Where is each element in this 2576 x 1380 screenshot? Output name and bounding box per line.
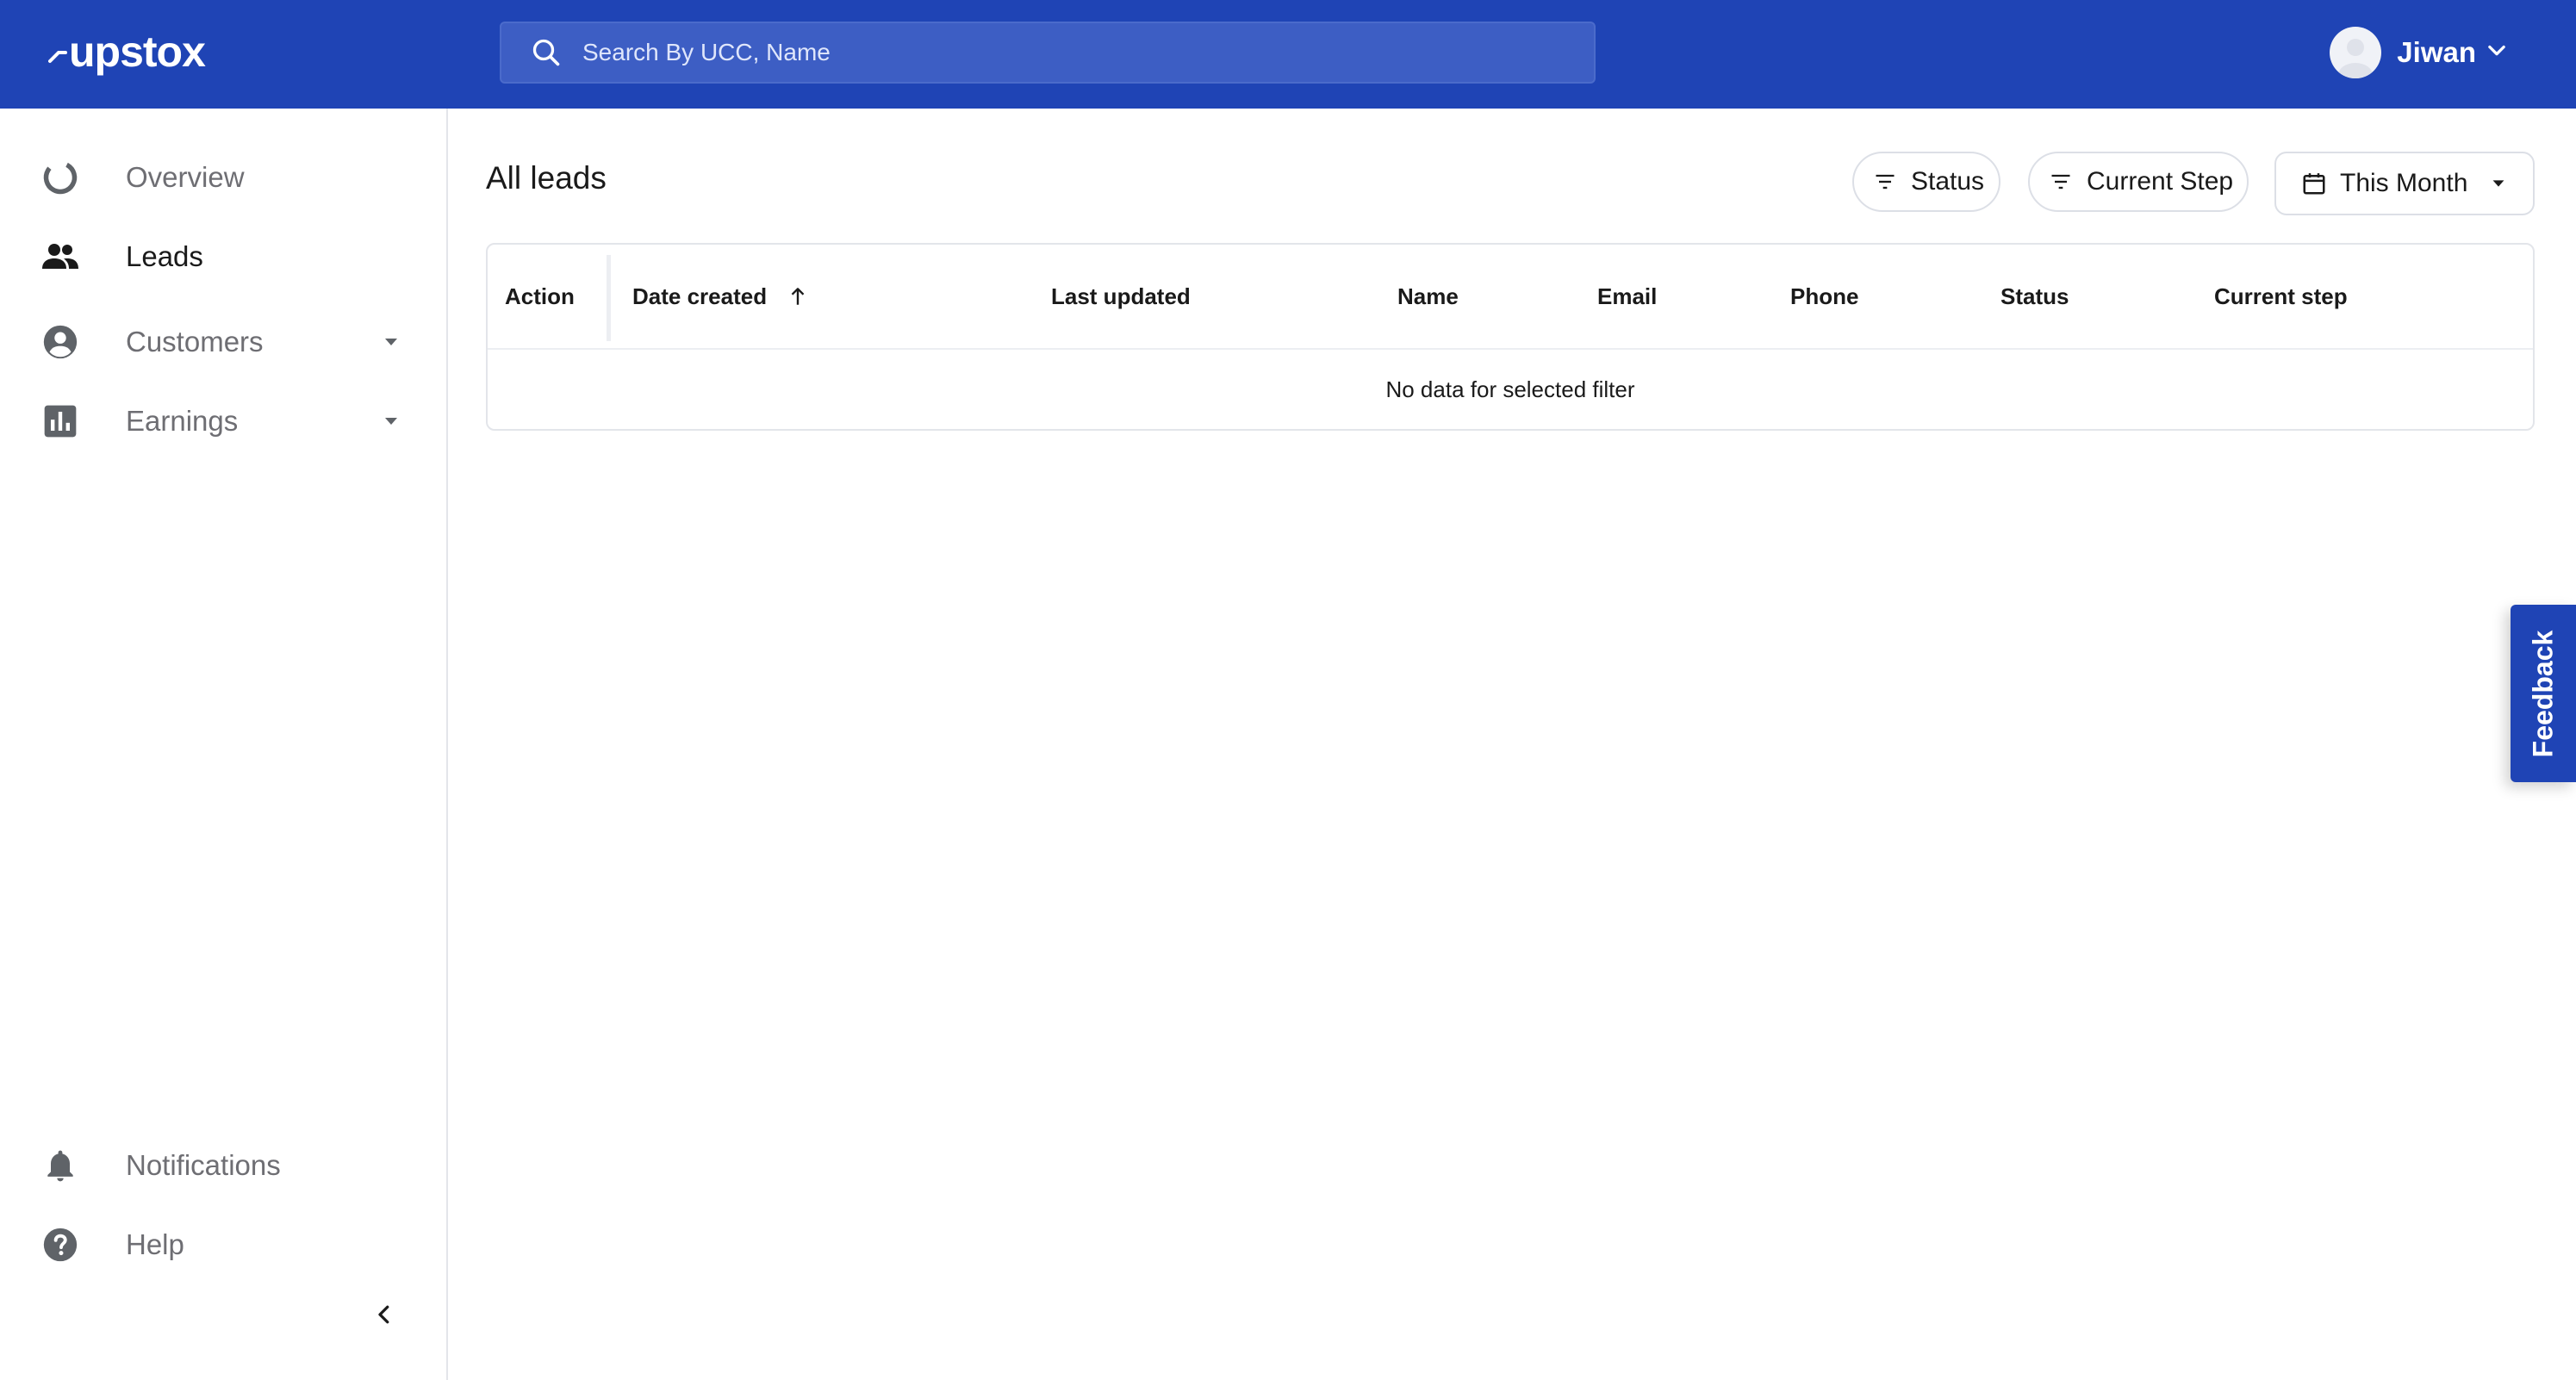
- column-header-last-updated[interactable]: Last updated: [1051, 245, 1191, 348]
- sidebar-item-overview[interactable]: Overview: [0, 143, 446, 212]
- bell-icon: [40, 1145, 81, 1186]
- empty-state-message: No data for selected filter: [1385, 376, 1635, 402]
- search-icon: [527, 34, 565, 71]
- caret-down-icon: [2486, 171, 2511, 196]
- status-filter-label: Status: [1911, 167, 1985, 196]
- collapse-sidebar-button[interactable]: [367, 1299, 401, 1333]
- current-step-filter-label: Current Step: [2087, 167, 2234, 196]
- upstox-logo[interactable]: upstox: [48, 26, 206, 78]
- caret-down-icon[interactable]: [377, 407, 405, 435]
- search-bar[interactable]: [500, 22, 1596, 84]
- column-header-email[interactable]: Email: [1597, 245, 1657, 348]
- caret-down-icon[interactable]: [377, 328, 405, 356]
- logo-text: upstox: [69, 28, 206, 76]
- table-header: Action Date created Last updated Name Em…: [488, 245, 2533, 350]
- overview-ring-icon: [40, 157, 81, 198]
- logo-arrow-icon: [48, 51, 67, 63]
- sidebar-item-customers[interactable]: Customers: [0, 308, 446, 376]
- sidebar-item-notifications[interactable]: Notifications: [0, 1131, 446, 1200]
- column-header-name[interactable]: Name: [1397, 245, 1459, 348]
- sidebar-item-label: Leads: [126, 240, 203, 272]
- sidebar-item-help[interactable]: Help: [0, 1210, 446, 1279]
- sidebar-item-earnings[interactable]: Earnings: [0, 387, 446, 456]
- people-icon: [40, 236, 81, 277]
- sidebar-item-label: Overview: [126, 161, 245, 193]
- sort-ascending-icon[interactable]: [786, 284, 810, 308]
- leads-table: Action Date created Last updated Name Em…: [486, 243, 2535, 431]
- feedback-label: Feedback: [2527, 630, 2559, 757]
- status-filter-button[interactable]: Status: [1852, 152, 2000, 212]
- help-circle-icon: [40, 1224, 81, 1265]
- chevron-down-icon: [2485, 36, 2509, 69]
- sidebar-item-label: Notifications: [126, 1149, 281, 1181]
- top-bar: upstox Jiwan: [0, 0, 2576, 109]
- filter-icon: [2047, 168, 2075, 196]
- user-menu[interactable]: Jiwan: [2330, 24, 2509, 81]
- column-label: Date created: [632, 283, 768, 309]
- sidebar-item-label: Help: [126, 1228, 184, 1260]
- date-range-select[interactable]: This Month: [2274, 152, 2535, 215]
- date-range-label: This Month: [2340, 169, 2468, 197]
- account-circle-icon: [40, 321, 81, 363]
- chevron-left-icon: [371, 1302, 397, 1332]
- column-header-status[interactable]: Status: [2000, 245, 2069, 348]
- calendar-icon: [2300, 170, 2328, 197]
- column-header-action: Action: [505, 283, 575, 309]
- page-title: All leads: [486, 160, 607, 196]
- sidebar-item-label: Customers: [126, 326, 264, 357]
- user-name: Jiwan: [2397, 36, 2476, 68]
- bar-chart-icon: [40, 401, 81, 442]
- avatar: [2330, 27, 2382, 78]
- search-input[interactable]: [565, 23, 1594, 82]
- column-header-current-step[interactable]: Current step: [2214, 245, 2348, 348]
- sidebar-item-label: Earnings: [126, 405, 239, 437]
- sidebar-item-leads[interactable]: Leads: [0, 222, 446, 291]
- feedback-button[interactable]: Feedback: [2511, 605, 2576, 782]
- column-divider: [607, 255, 611, 341]
- current-step-filter-button[interactable]: Current Step: [2028, 152, 2249, 212]
- column-header-phone[interactable]: Phone: [1790, 245, 1858, 348]
- filter-icon: [1871, 168, 1899, 196]
- column-header-date-created[interactable]: Date created: [632, 245, 810, 348]
- user-silhouette-icon: [2338, 39, 2374, 78]
- sidebar: Overview Leads Customers Earnings Notifi…: [0, 109, 448, 1380]
